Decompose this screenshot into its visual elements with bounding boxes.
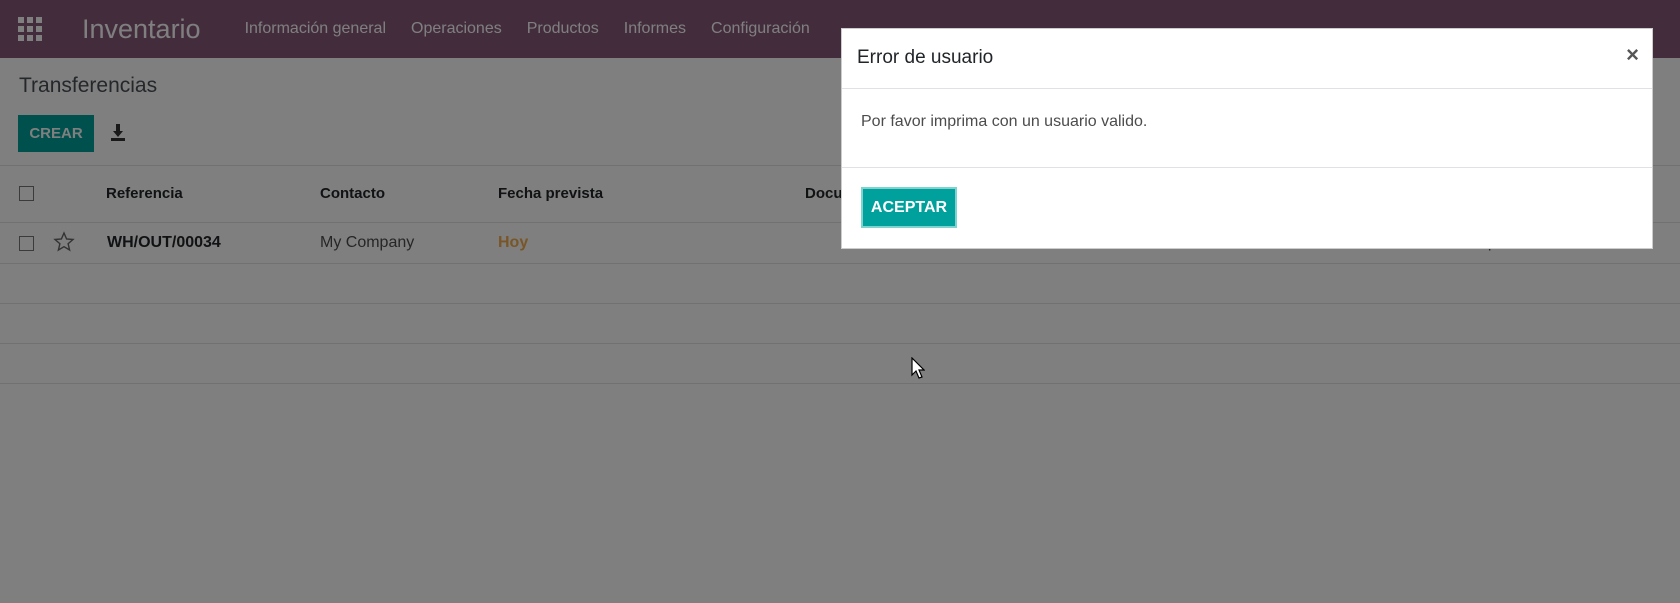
dialog-message: Por favor imprima con un usuario valido.: [861, 113, 1148, 130]
close-icon[interactable]: ×: [1626, 42, 1639, 68]
dialog-body: Por favor imprima con un usuario valido.: [842, 89, 1652, 168]
mouse-cursor-icon: [911, 357, 925, 379]
user-error-dialog: Error de usuario × Por favor imprima con…: [841, 28, 1653, 249]
dialog-header: Error de usuario ×: [842, 29, 1652, 89]
accept-button[interactable]: ACEPTAR: [861, 187, 957, 228]
dialog-title: Error de usuario: [857, 47, 994, 68]
